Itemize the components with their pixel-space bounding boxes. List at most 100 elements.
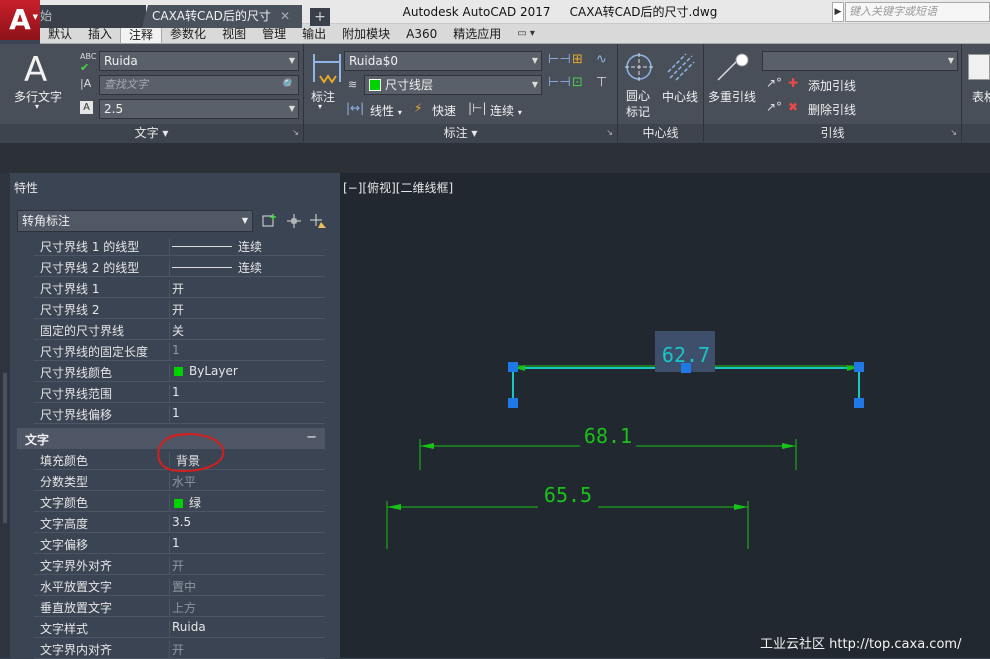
quick-dimension-icon[interactable]: ⚡	[414, 101, 422, 115]
dim-tool-1-icon[interactable]: ⊢⊣	[548, 52, 571, 67]
tab-drawing-file[interactable]: CAXA转CAD后的尺寸 ✕	[142, 5, 302, 28]
dimension-icon[interactable]	[310, 50, 344, 86]
property-value[interactable]: 1	[169, 536, 180, 554]
grip[interactable]	[854, 362, 864, 372]
property-row[interactable]: 文字界内对齐 开	[34, 638, 325, 659]
text-style-select[interactable]: Ruida ▼	[99, 51, 299, 71]
grip[interactable]	[508, 362, 518, 372]
tab-addins[interactable]: 附加模块	[334, 24, 398, 43]
tab-a360[interactable]: A360	[398, 24, 445, 43]
dimension-button-label[interactable]: 标注	[311, 88, 335, 105]
add-leader-icon[interactable]: ✚	[788, 76, 798, 90]
mleader-style-select[interactable]: ▼	[762, 51, 958, 71]
linear-button[interactable]: 线性 ▾	[370, 102, 402, 119]
center-mark-button-label[interactable]: 圆心 标记	[626, 88, 650, 120]
property-value[interactable]: ByLayer	[169, 364, 238, 382]
find-text-input[interactable]: 查找文字 🔍	[99, 75, 299, 95]
property-row[interactable]: 文字颜色 绿	[34, 491, 325, 512]
dimension-selected[interactable]: 62.7	[508, 331, 864, 408]
chevron-right-icon[interactable]: ▶	[832, 2, 844, 22]
palette-grip[interactable]	[3, 373, 7, 523]
find-replace-icon[interactable]: 🔍	[281, 76, 295, 94]
property-value[interactable]: 3.5	[169, 515, 191, 533]
new-tab-button[interactable]: +	[310, 8, 330, 26]
panel-launcher-icon[interactable]: ↘	[292, 124, 299, 142]
continue-dimension-button[interactable]: 连续 ▾	[490, 102, 522, 119]
quick-select-icon[interactable]	[309, 212, 327, 230]
leader-tool-icon[interactable]: ↗°	[766, 76, 782, 90]
text-height-select[interactable]: 2.5 ▼	[99, 99, 299, 119]
text-panel-title[interactable]: 文字 ▾ ↘	[0, 124, 303, 142]
property-row[interactable]: 尺寸界线的固定长度 1	[34, 340, 325, 361]
ribbon-options-icon[interactable]: ▭ ▾	[509, 24, 543, 43]
dimension-3[interactable]: 65.5	[386, 483, 749, 549]
property-row[interactable]: 尺寸界线范围 1	[34, 382, 325, 403]
application-menu-button[interactable]: A ▼	[0, 0, 40, 40]
property-value[interactable]: 绿	[169, 494, 201, 512]
quick-dimension-button[interactable]: 快速	[432, 102, 456, 119]
property-value-text: ByLayer	[189, 364, 238, 378]
centerline-icon[interactable]	[666, 52, 696, 82]
collapse-icon[interactable]: −	[306, 430, 317, 445]
property-row[interactable]: 尺寸界线颜色 ByLayer	[34, 361, 325, 382]
properties-scrollbar[interactable]	[326, 236, 340, 658]
table-icon[interactable]	[968, 54, 990, 80]
property-value[interactable]: 关	[169, 322, 184, 340]
table-button-label[interactable]: 表格	[972, 88, 990, 105]
property-value[interactable]: 1	[169, 406, 180, 424]
dim-tool-2-icon[interactable]: ⊞	[572, 52, 583, 67]
property-value[interactable]: 连续	[169, 238, 262, 256]
dim-tool-4-icon[interactable]: ⊢⊣	[548, 75, 571, 90]
property-row[interactable]: 文字界外对齐 开	[34, 554, 325, 575]
property-row[interactable]: 尺寸界线 2 开	[34, 298, 325, 319]
chevron-down-icon[interactable]: ▾	[35, 102, 39, 111]
search-input[interactable]: 键入关键字或短语	[845, 2, 990, 22]
dimension-2[interactable]: 68.1	[419, 424, 797, 470]
dim-tool-3-icon[interactable]: ∿	[596, 52, 607, 67]
property-row[interactable]: 尺寸界线偏移 1	[34, 403, 325, 424]
center-mark-icon[interactable]	[624, 52, 654, 82]
leader-panel-title[interactable]: 引线 ↘	[704, 124, 961, 142]
property-row[interactable]: 固定的尺寸界线 关	[34, 319, 325, 340]
property-value[interactable]: 1	[169, 385, 180, 403]
mtext-icon[interactable]: A	[24, 50, 47, 90]
close-icon[interactable]: ✕	[280, 5, 290, 28]
property-row[interactable]: 文字高度 3.5	[34, 512, 325, 533]
property-row[interactable]: 垂直放置文字 上方	[34, 596, 325, 617]
leader-tool-2-icon[interactable]: ↗°	[766, 100, 782, 114]
property-value[interactable]: 开	[169, 301, 184, 319]
dim-tool-6-icon[interactable]: ⊤	[596, 75, 607, 90]
toggle-pickadd-icon[interactable]	[261, 212, 279, 230]
remove-leader-icon[interactable]: ✖	[788, 100, 798, 114]
dimstyle-select[interactable]: Ruida$0 ▼	[344, 51, 542, 71]
centerline-button-label[interactable]: 中心线	[662, 88, 698, 105]
dim-tool-5-icon[interactable]: ⊡	[572, 75, 583, 90]
panel-launcher-icon[interactable]: ↘	[950, 124, 957, 142]
property-row[interactable]: 尺寸界线 1 开	[34, 277, 325, 298]
select-objects-icon[interactable]	[285, 212, 303, 230]
continue-dimension-icon[interactable]: |⊢|	[468, 101, 487, 115]
palette-title-strip[interactable]	[0, 173, 10, 658]
chevron-down-icon[interactable]: ▾	[318, 102, 322, 111]
add-leader-button[interactable]: 添加引线	[808, 77, 856, 94]
property-value[interactable]: Ruida	[169, 620, 206, 638]
tab-featured-apps[interactable]: 精选应用	[445, 24, 509, 43]
remove-leader-button[interactable]: 删除引线	[808, 101, 856, 118]
grip[interactable]	[854, 398, 864, 408]
property-row[interactable]: 文字偏移 1	[34, 533, 325, 554]
property-value[interactable]: 开	[169, 280, 184, 298]
multileader-icon[interactable]	[716, 52, 750, 82]
grip[interactable]	[508, 398, 518, 408]
grip[interactable]	[681, 363, 691, 373]
multileader-button-label[interactable]: 多重引线	[708, 88, 756, 105]
linear-dimension-icon[interactable]: |↔|	[346, 101, 364, 115]
property-row[interactable]: 尺寸界线 1 的线型 连续	[34, 235, 325, 256]
property-row[interactable]: 水平放置文字 置中	[34, 575, 325, 596]
panel-launcher-icon[interactable]: ↘	[606, 124, 613, 142]
dim-layer-select[interactable]: 尺寸线层 ▼	[364, 75, 542, 95]
object-type-select[interactable]: 转角标注 ▼	[17, 210, 253, 232]
property-value[interactable]: 连续	[169, 259, 262, 277]
property-row[interactable]: 尺寸界线 2 的线型 连续	[34, 256, 325, 277]
dimension-panel-title[interactable]: 标注 ▾ ↘	[304, 124, 617, 142]
property-row[interactable]: 文字样式 Ruida	[34, 617, 325, 638]
